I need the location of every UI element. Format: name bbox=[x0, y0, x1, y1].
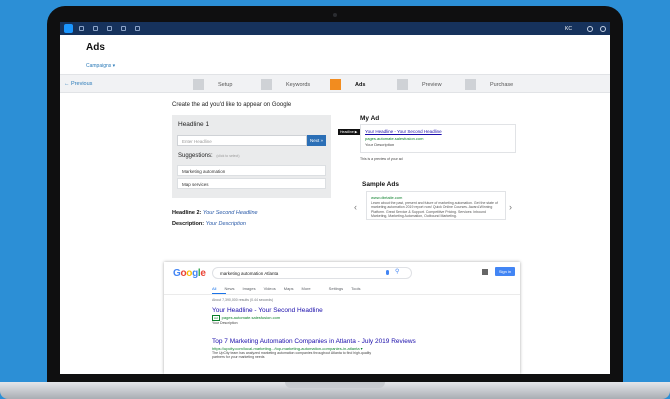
ad-result-url-text: pages.automate.salesfusion.com bbox=[221, 315, 281, 320]
preview-note: This is a preview of your ad bbox=[360, 157, 403, 161]
headline-2-value[interactable]: Your Second Headline bbox=[203, 210, 258, 216]
tab-images[interactable]: Images bbox=[242, 286, 255, 291]
top-nav-bar: KC bbox=[60, 22, 610, 35]
settings-link[interactable]: Settings bbox=[329, 286, 343, 291]
webcam bbox=[333, 13, 337, 17]
sample-ad-url: www.dbrtaile.com bbox=[371, 195, 403, 200]
step-preview[interactable]: Preview bbox=[397, 79, 442, 90]
user-initials[interactable]: KC bbox=[565, 26, 572, 32]
ad-description: Your Description bbox=[365, 142, 395, 147]
app-screen: KC Ads Campaigns ▾ ← Previous Setup Keyw… bbox=[60, 22, 610, 374]
suggestion-item[interactable]: Map services bbox=[177, 178, 326, 189]
app-logo-icon[interactable] bbox=[64, 24, 73, 33]
headline-editor-panel: Headline 1 Enter Headline Next » Suggest… bbox=[172, 115, 331, 198]
microphone-icon[interactable] bbox=[386, 270, 389, 275]
next-button[interactable]: Next » bbox=[307, 135, 326, 146]
grid-icon[interactable] bbox=[79, 26, 84, 31]
step-label: Keywords bbox=[286, 81, 311, 88]
chevron-right-icon[interactable]: › bbox=[509, 202, 512, 212]
sign-in-button[interactable]: Sign in bbox=[495, 267, 515, 276]
organic-result-title[interactable]: Top 7 Marketing Automation Companies in … bbox=[212, 338, 416, 345]
description-row: Description: Your Description bbox=[172, 221, 246, 227]
description-label: Description: bbox=[172, 221, 205, 227]
ad-url: pages.automate.salesfusion.com bbox=[365, 135, 424, 141]
google-logo: Google bbox=[173, 268, 206, 279]
step-indicator bbox=[397, 79, 408, 90]
headline-input[interactable]: Enter Headline bbox=[177, 135, 307, 146]
ad-result-title[interactable]: Your Headline - Your Second Headline bbox=[212, 307, 323, 314]
headline-pointer-tag: Headline ▶ bbox=[338, 129, 360, 135]
headline-2-label: Headline 2: bbox=[172, 210, 202, 216]
tab-videos[interactable]: Videos bbox=[264, 286, 276, 291]
step-indicator bbox=[465, 79, 476, 90]
organic-result-description: The UpCity team has analyzed marketing a… bbox=[212, 351, 372, 360]
step-setup[interactable]: Setup bbox=[193, 79, 232, 90]
step-label: Ads bbox=[355, 81, 366, 88]
settings-icon[interactable] bbox=[587, 25, 593, 32]
logo-letter: e bbox=[200, 268, 206, 279]
my-ad-title: My Ad bbox=[360, 115, 380, 122]
suggestions-title: Suggestions: bbox=[178, 153, 213, 159]
laptop-notch bbox=[285, 382, 385, 388]
step-indicator bbox=[193, 79, 204, 90]
chevron-left-icon[interactable]: ‹ bbox=[354, 202, 357, 212]
headline-1-label: Headline 1 bbox=[178, 121, 210, 128]
page-title: Ads bbox=[86, 42, 105, 53]
sample-ads-title: Sample Ads bbox=[362, 181, 399, 188]
search-icon[interactable]: ⚲ bbox=[395, 268, 399, 275]
tab-all[interactable]: All bbox=[212, 286, 216, 291]
wizard-steps-bar: ← Previous Setup Keywords Ads Preview Pu… bbox=[60, 74, 610, 93]
step-label: Preview bbox=[422, 81, 442, 88]
ad-result-description: Your Description bbox=[212, 321, 238, 325]
previous-button[interactable]: ← Previous bbox=[64, 81, 92, 87]
suggestions-hint: (click to select) bbox=[216, 154, 240, 158]
description-value[interactable]: Your Description bbox=[206, 221, 246, 227]
sample-ad-description: Learn about the past, present and future… bbox=[371, 201, 498, 218]
clock-icon[interactable] bbox=[135, 26, 140, 31]
suggestions-label: Suggestions: (click to select) bbox=[178, 153, 240, 159]
ad-title: Your Headline - Your Second Headline bbox=[365, 129, 442, 134]
google-tabs: All News Images Videos Maps More Setting… bbox=[212, 286, 368, 291]
my-ad-preview: Your Headline - Your Second Headline pag… bbox=[360, 124, 516, 153]
step-label: Purchase bbox=[490, 81, 514, 88]
step-ads[interactable]: Ads bbox=[330, 79, 365, 90]
step-purchase[interactable]: Purchase bbox=[465, 79, 513, 90]
suggestion-item[interactable]: Marketing automation bbox=[177, 165, 326, 176]
create-ad-heading: Create the ad you'd like to appear on Go… bbox=[172, 102, 292, 108]
tab-maps[interactable]: Maps bbox=[284, 286, 294, 291]
tools-link[interactable]: Tools bbox=[351, 286, 360, 291]
people-icon[interactable] bbox=[107, 26, 112, 31]
table-icon[interactable] bbox=[121, 26, 126, 31]
step-keywords[interactable]: Keywords bbox=[261, 79, 310, 90]
tab-more[interactable]: More bbox=[302, 286, 311, 291]
divider bbox=[164, 294, 520, 295]
headline-2-row: Headline 2: Your Second Headline bbox=[172, 210, 258, 216]
step-label: Setup bbox=[218, 81, 233, 88]
apps-grid-icon[interactable] bbox=[482, 269, 488, 275]
tab-news[interactable]: News bbox=[224, 286, 234, 291]
step-indicator bbox=[261, 79, 272, 90]
google-search-input[interactable]: marketing automation Atlanta bbox=[212, 267, 412, 279]
calendar-icon[interactable] bbox=[93, 26, 98, 31]
result-stats: About 7,390,000 results (0.44 seconds) bbox=[212, 298, 274, 302]
campaigns-dropdown[interactable]: Campaigns ▾ bbox=[86, 63, 115, 69]
sample-ad-card: www.dbrtaile.com Learn about the past, p… bbox=[366, 191, 506, 220]
help-icon[interactable] bbox=[600, 25, 606, 32]
google-preview-card: Google marketing automation Atlanta ⚲ Si… bbox=[164, 262, 520, 374]
step-indicator bbox=[330, 79, 341, 90]
